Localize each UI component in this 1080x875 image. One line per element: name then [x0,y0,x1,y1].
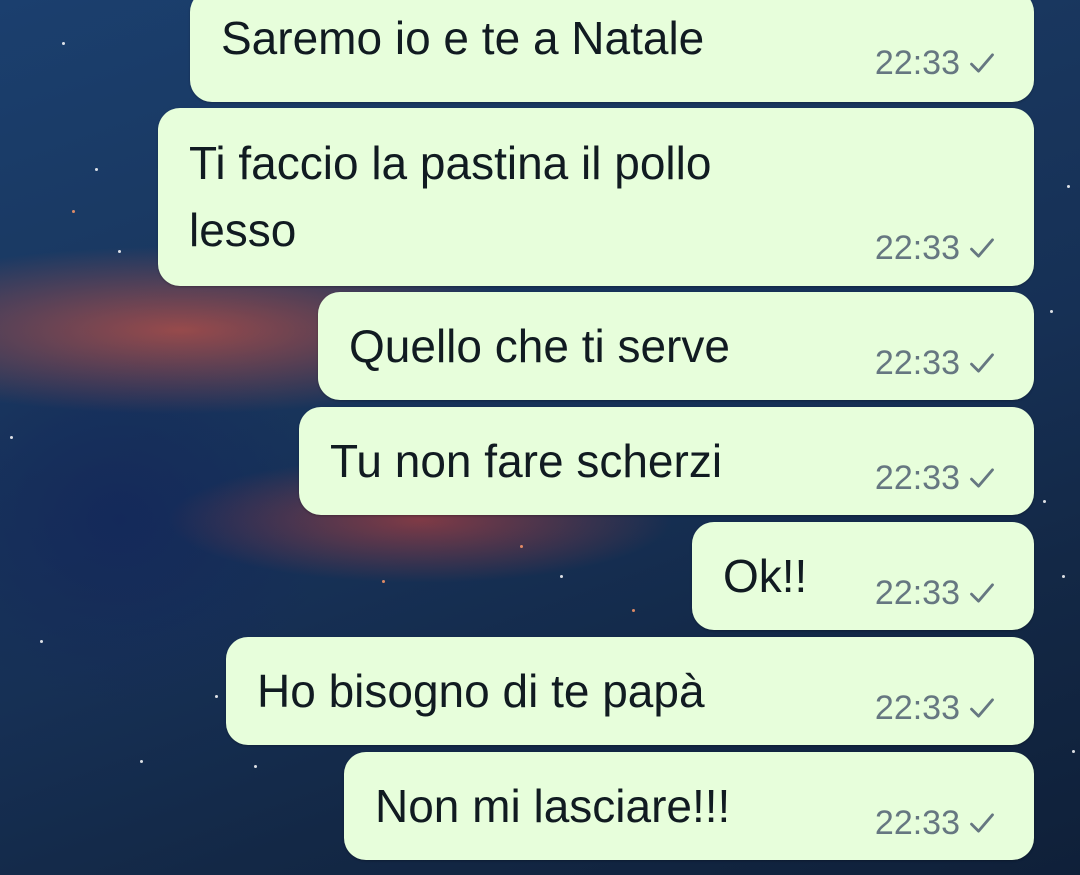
check-icon [970,53,994,73]
message-bubble-5[interactable]: Ok!! 22:33 [692,522,1034,630]
message-text: Quello che ti serve [349,320,730,372]
message-text: Tu non fare scherzi [330,435,723,487]
check-icon [970,813,994,833]
message-meta: 22:33 [875,573,996,613]
message-bubble-3[interactable]: Quello che ti serve 22:33 [318,292,1034,400]
message-time: 22:33 [874,574,960,612]
check-icon [970,468,994,488]
message-meta: 22:33 [875,458,996,498]
message-text: Ok!! [723,550,808,602]
message-bubble-2[interactable]: Ti faccio la pastina il pollo lesso 22:3… [158,108,1034,286]
message-meta: 22:33 [875,688,996,728]
message-time: 22:33 [874,804,960,842]
message-time: 22:33 [874,44,960,82]
message-bubble-6[interactable]: Ho bisogno di te papà 22:33 [226,637,1034,745]
message-bubble-4[interactable]: Tu non fare scherzi 22:33 [299,407,1034,515]
check-icon [970,238,994,258]
message-bubble-1[interactable]: Saremo io e te a Natale 22:33 [190,0,1034,102]
message-text-line1: Ti faccio la pastina il pollo [189,137,712,189]
message-bubble-7[interactable]: Non mi lasciare!!! 22:33 [344,752,1034,860]
message-time: 22:33 [874,229,960,267]
check-icon [970,698,994,718]
message-meta: 22:33 [875,43,996,83]
message-text: Non mi lasciare!!! [375,780,731,832]
check-icon [970,353,994,373]
message-time: 22:33 [874,689,960,727]
message-text: Saremo io e te a Natale [221,12,705,64]
message-meta: 22:33 [875,803,996,843]
message-meta: 22:33 [875,228,996,268]
message-text-line2: lesso [189,204,297,256]
check-icon [970,583,994,603]
message-time: 22:33 [874,459,960,497]
message-text: Ho bisogno di te papà [257,665,705,717]
chat-message-list: Saremo io e te a Natale 22:33 Ti faccio … [0,0,1080,875]
message-time: 22:33 [874,344,960,382]
message-meta: 22:33 [875,343,996,383]
